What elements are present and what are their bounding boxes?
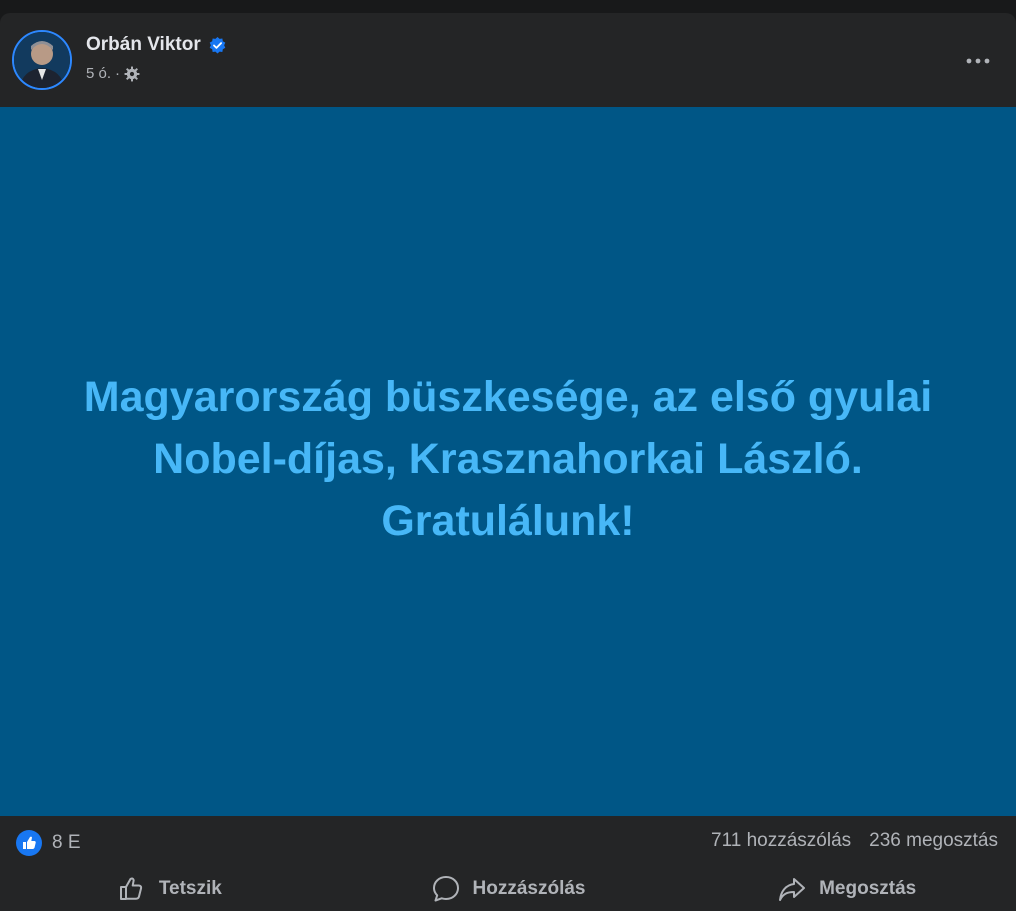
post-actions: Tetszik Hozzászólás Megosztás xyxy=(0,866,1016,911)
post-text-background: Magyarország büszkesége, az első gyulai … xyxy=(0,107,1016,816)
reactions-summary[interactable]: 8 E xyxy=(16,830,81,856)
author-name[interactable]: Orbán Viktor xyxy=(86,34,201,56)
share-arrow-icon xyxy=(779,877,806,901)
author-name-row: Orbán Viktor xyxy=(86,34,227,56)
post-card: Orbán Viktor 5 ó. · Magyarország büszkes… xyxy=(0,13,1016,911)
share-label: Megosztás xyxy=(819,877,917,899)
post-meta: 5 ó. · xyxy=(86,65,140,82)
comment-label: Hozzászólás xyxy=(472,877,586,899)
more-options-button[interactable] xyxy=(960,43,996,79)
comment-button[interactable]: Hozzászólás xyxy=(339,866,678,911)
comment-count-link[interactable]: 711 hozzászólás xyxy=(711,830,851,852)
share-count-link[interactable]: 236 megosztás xyxy=(869,830,998,852)
like-reaction-icon xyxy=(16,830,42,856)
gear-icon[interactable] xyxy=(124,66,140,82)
meta-separator: · xyxy=(115,65,121,82)
more-horizontal-icon xyxy=(966,58,990,64)
like-label: Tetszik xyxy=(158,877,222,899)
share-button[interactable]: Megosztás xyxy=(677,866,1016,911)
reaction-count: 8 E xyxy=(52,832,81,853)
comment-bubble-icon xyxy=(432,875,459,901)
post-text: Magyarország büszkesége, az első gyulai … xyxy=(83,372,933,545)
author-avatar[interactable] xyxy=(12,30,72,90)
post-stats: 8 E 711 hozzászólás 236 megosztás xyxy=(0,816,1016,866)
engagement-counts: 711 hozzászólás 236 megosztás xyxy=(711,830,998,852)
post-timestamp[interactable]: 5 ó. xyxy=(86,65,111,82)
avatar-image xyxy=(14,32,70,88)
post-header: Orbán Viktor 5 ó. · xyxy=(0,13,1016,107)
like-button[interactable]: Tetszik xyxy=(0,866,339,911)
verified-badge-icon xyxy=(208,36,227,55)
thumbs-up-icon xyxy=(119,876,142,900)
